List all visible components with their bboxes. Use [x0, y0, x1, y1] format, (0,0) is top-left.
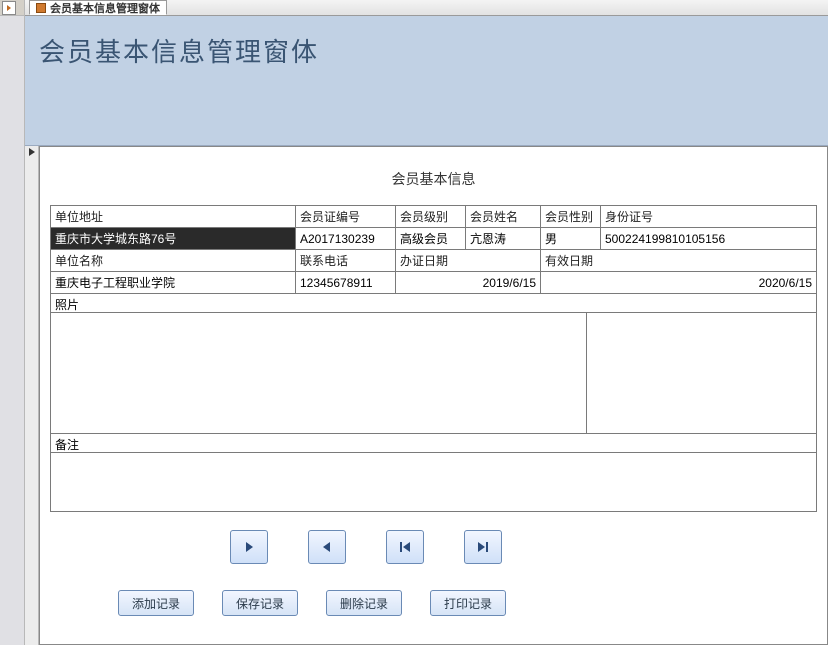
play-icon	[242, 540, 256, 554]
photo-slot	[51, 313, 587, 433]
add-button[interactable]: 添加记录	[118, 590, 194, 616]
label-level: 会员级别	[396, 206, 466, 228]
action-row: 添加记录 保存记录 删除记录 打印记录	[40, 590, 827, 616]
label-name: 会员姓名	[466, 206, 541, 228]
note-frame[interactable]	[50, 452, 817, 512]
value-expire-date[interactable]: 2020/6/15	[541, 272, 817, 294]
skip-last-icon	[476, 540, 490, 554]
left-gutter	[0, 0, 25, 645]
tab-gutter-top	[0, 0, 24, 16]
nav-next-button[interactable]	[230, 530, 268, 564]
nav-row	[40, 530, 827, 564]
print-button-label: 打印记录	[444, 595, 492, 612]
nav-last-button[interactable]	[464, 530, 502, 564]
save-button[interactable]: 保存记录	[222, 590, 298, 616]
table-row: 重庆电子工程职业学院 12345678911 2019/6/15 2020/6/…	[51, 272, 817, 294]
skip-first-icon	[398, 540, 412, 554]
table-row: 重庆市大学城东路76号 A2017130239 高级会员 亢恩涛 男 50022…	[51, 228, 817, 250]
table-row: 单位地址 会员证编号 会员级别 会员姓名 会员性别 身份证号	[51, 206, 817, 228]
app-root: 会员基本信息管理窗体 会员基本信息管理窗体 会员基本信息 单位地址 会员证编号	[0, 0, 828, 645]
value-level[interactable]: 高级会员	[396, 228, 466, 250]
info-grid-1: 单位地址 会员证编号 会员级别 会员姓名 会员性别 身份证号 重庆市大学城东路7…	[50, 205, 817, 294]
value-addr[interactable]: 重庆市大学城东路76号	[51, 228, 296, 250]
value-name[interactable]: 亢恩涛	[466, 228, 541, 250]
play-reverse-icon	[320, 540, 334, 554]
value-phone[interactable]: 12345678911	[296, 272, 396, 294]
value-issue-date[interactable]: 2019/6/15	[396, 272, 541, 294]
label-photo: 照片	[50, 294, 817, 312]
value-org[interactable]: 重庆电子工程职业学院	[51, 272, 296, 294]
delete-button-label: 删除记录	[340, 595, 388, 612]
label-expire-date: 有效日期	[541, 250, 817, 272]
nav-first-button[interactable]	[386, 530, 424, 564]
label-note: 备注	[50, 434, 817, 452]
document-tabs: 会员基本信息管理窗体	[25, 0, 828, 16]
label-id-no: 身份证号	[601, 206, 817, 228]
label-org: 单位名称	[51, 250, 296, 272]
print-button[interactable]: 打印记录	[430, 590, 506, 616]
label-issue-date: 办证日期	[396, 250, 541, 272]
label-phone: 联系电话	[296, 250, 396, 272]
record-selector[interactable]	[25, 146, 39, 645]
delete-button[interactable]: 删除记录	[326, 590, 402, 616]
form-body: 会员基本信息 单位地址 会员证编号 会员级别 会员姓名 会员性别 身份证号	[39, 146, 828, 645]
form-icon	[36, 3, 46, 13]
active-tab[interactable]: 会员基本信息管理窗体	[29, 0, 167, 15]
save-button-label: 保存记录	[236, 595, 284, 612]
main-column: 会员基本信息管理窗体 会员基本信息管理窗体 会员基本信息 单位地址 会员证编号	[25, 0, 828, 645]
nav-pane-icon[interactable]	[2, 1, 16, 15]
table-row: 单位名称 联系电话 办证日期 有效日期	[51, 250, 817, 272]
value-id-no[interactable]: 500224199810105156	[601, 228, 817, 250]
nav-prev-button[interactable]	[308, 530, 346, 564]
label-card-no: 会员证编号	[296, 206, 396, 228]
add-button-label: 添加记录	[132, 595, 180, 612]
page-title: 会员基本信息管理窗体	[39, 32, 319, 69]
form-header: 会员基本信息管理窗体	[25, 16, 828, 146]
value-gender[interactable]: 男	[541, 228, 601, 250]
tab-title: 会员基本信息管理窗体	[50, 0, 160, 16]
value-card-no[interactable]: A2017130239	[296, 228, 396, 250]
label-addr: 单位地址	[51, 206, 296, 228]
detail-wrap: 会员基本信息 单位地址 会员证编号 会员级别 会员姓名 会员性别 身份证号	[25, 146, 828, 645]
photo-frame[interactable]	[50, 312, 817, 434]
section-title: 会员基本信息	[40, 157, 827, 205]
label-gender: 会员性别	[541, 206, 601, 228]
